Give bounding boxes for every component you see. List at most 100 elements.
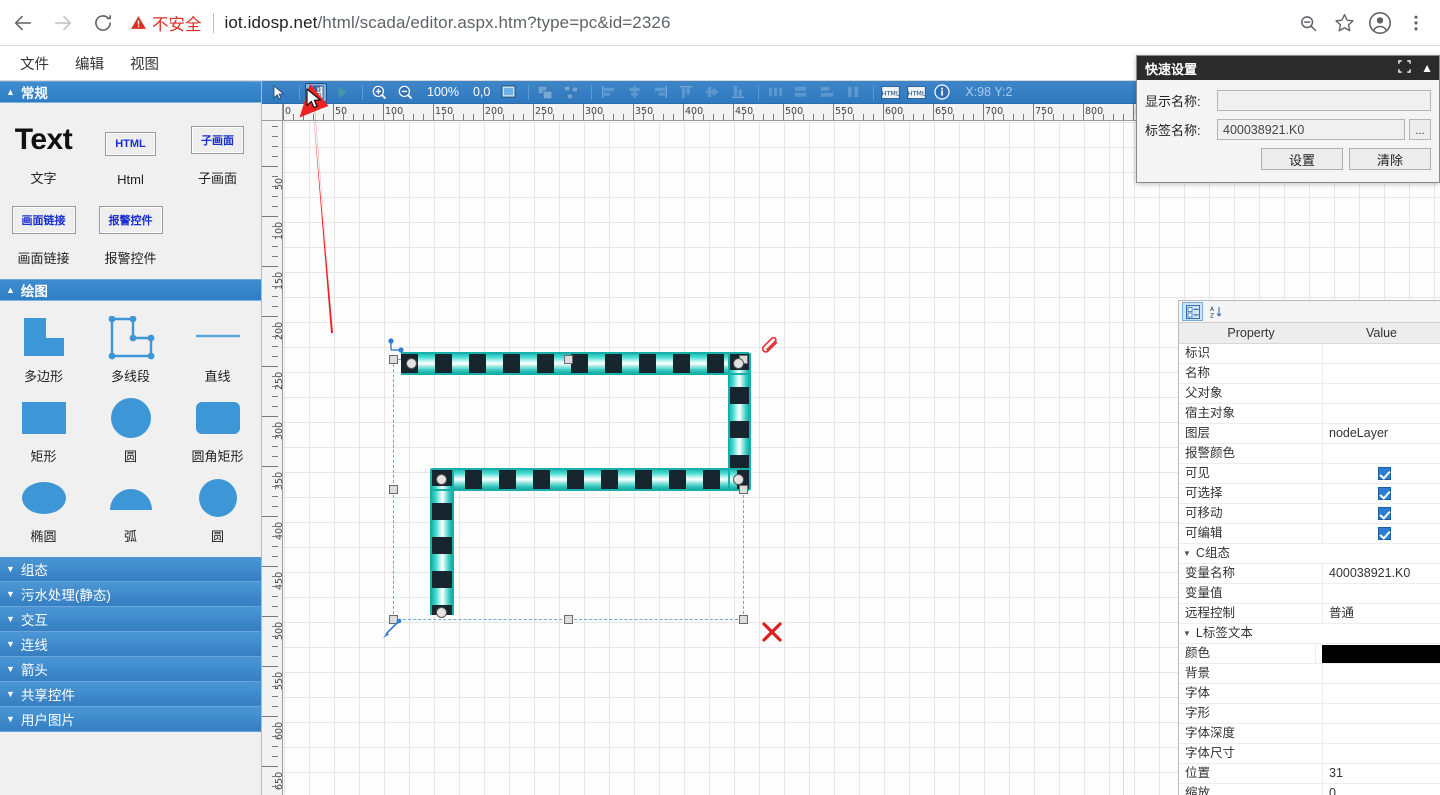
section-shared-widgets[interactable]: ▼ 共享控件 (0, 682, 261, 707)
group-icon[interactable] (534, 83, 556, 102)
property-value[interactable]: 0 (1323, 784, 1440, 795)
html-export-icon[interactable]: HTML (879, 83, 901, 102)
page-zoom-icon[interactable] (1292, 7, 1324, 39)
group-chevron-down-icon[interactable]: ▼ (1183, 544, 1191, 563)
palette-item-text[interactable]: Text 文字 (0, 111, 87, 189)
property-row[interactable]: 远程控制普通 (1179, 604, 1440, 624)
palette-item-html[interactable]: HTML Html (87, 111, 174, 189)
quick-settings-titlebar[interactable]: 快速设置 ▲ (1137, 56, 1439, 80)
property-row[interactable]: 可选择 (1179, 484, 1440, 504)
palette-item-arc[interactable]: 弧 (87, 469, 174, 547)
palette-item-roundrect[interactable]: 圆角矩形 (174, 389, 261, 467)
property-row[interactable]: 宿主对象 (1179, 404, 1440, 424)
select-tool-icon[interactable] (268, 83, 290, 102)
palette-item-polygon[interactable]: 多边形 (0, 309, 87, 387)
palette-item-circle2[interactable]: 圆 (174, 469, 261, 547)
profile-avatar-icon[interactable] (1364, 7, 1396, 39)
property-row[interactable]: 位置31 (1179, 764, 1440, 784)
pipe-vertex-dot-1[interactable] (406, 358, 417, 369)
section-interaction[interactable]: ▼ 交互 (0, 607, 261, 632)
property-checkbox[interactable] (1378, 507, 1391, 520)
property-value[interactable] (1323, 524, 1440, 543)
property-value[interactable] (1323, 504, 1440, 523)
align-top-icon[interactable] (675, 83, 697, 102)
html-import-icon[interactable]: HTML (905, 83, 927, 102)
palette-item-line[interactable]: 直线 (174, 309, 261, 387)
pipe-vertex-dot-5[interactable] (436, 607, 447, 618)
property-row[interactable]: ▼L标签文本 (1179, 624, 1440, 644)
palette-item-subscreen[interactable]: 子画面 子画面 (174, 111, 261, 189)
property-row[interactable]: 变量名称400038921.K0 (1179, 564, 1440, 584)
fit-screen-icon[interactable] (497, 83, 519, 102)
property-row[interactable]: 变量值 (1179, 584, 1440, 604)
categorize-icon[interactable] (1182, 302, 1203, 321)
align-middle-v-icon[interactable] (701, 83, 723, 102)
menu-edit[interactable]: 编辑 (65, 49, 114, 78)
property-value[interactable] (1323, 364, 1440, 383)
info-icon[interactable] (931, 83, 953, 102)
palette-item-alarmwidget[interactable]: 报警控件 报警控件 (87, 191, 174, 269)
property-value[interactable]: 400038921.K0 (1323, 564, 1440, 583)
palette-item-screenlink[interactable]: 画面链接 画面链接 (0, 191, 87, 269)
resize-handle-mr[interactable] (739, 485, 748, 494)
palette-item-circle[interactable]: 圆 (87, 389, 174, 467)
three-dot-menu-icon[interactable] (1400, 7, 1432, 39)
property-value[interactable] (1323, 584, 1440, 603)
connector-handle-icon[interactable] (387, 337, 407, 362)
property-value[interactable] (1323, 444, 1440, 463)
property-row[interactable]: 背景 (1179, 664, 1440, 684)
property-row[interactable]: 图层nodeLayer (1179, 424, 1440, 444)
property-row[interactable]: 缩放0 (1179, 784, 1440, 795)
section-connector[interactable]: ▼ 连线 (0, 632, 261, 657)
align-right-icon[interactable] (649, 83, 671, 102)
move-diagonal-icon[interactable] (381, 618, 403, 645)
property-row[interactable]: ▼C组态 (1179, 544, 1440, 564)
set-button[interactable]: 设置 (1261, 148, 1343, 170)
property-row[interactable]: 颜色 (1179, 644, 1440, 664)
property-value[interactable] (1323, 384, 1440, 403)
property-value[interactable]: 31 (1323, 764, 1440, 783)
red-paperclip-icon[interactable] (761, 337, 781, 362)
pipe-vertex-dot-4[interactable] (436, 474, 447, 485)
palette-section-general-header[interactable]: ▲ 常规 (0, 81, 261, 103)
address-bar[interactable]: 不安全 iot.idosp.net/html/scada/editor.aspx… (130, 8, 1284, 38)
property-checkbox[interactable] (1378, 527, 1391, 540)
property-value[interactable] (1323, 544, 1440, 563)
back-arrow-icon[interactable] (6, 6, 40, 40)
property-value[interactable]: 普通 (1323, 604, 1440, 623)
tag-browse-button[interactable]: ... (1409, 119, 1431, 140)
palette-item-polyline[interactable]: 多线段 (87, 309, 174, 387)
url-display[interactable]: iot.idosp.net/html/scada/editor.aspx.htm… (225, 13, 671, 33)
resize-pin-icon[interactable] (1398, 60, 1411, 76)
align-bottom-icon[interactable] (727, 83, 749, 102)
same-height-icon[interactable] (816, 83, 838, 102)
pipe-segment-middle[interactable] (431, 469, 749, 490)
resize-handle-bc[interactable] (564, 615, 573, 624)
star-icon[interactable] (1328, 7, 1360, 39)
property-row[interactable]: 标识 (1179, 344, 1440, 364)
zoom-out-icon[interactable] (394, 83, 416, 102)
same-size-icon[interactable] (842, 83, 864, 102)
tag-name-input[interactable] (1217, 119, 1405, 140)
play-run-icon[interactable] (331, 83, 353, 102)
resize-handle-br[interactable] (739, 615, 748, 624)
section-user-images[interactable]: ▼ 用户图片 (0, 707, 261, 732)
property-value[interactable] (1323, 404, 1440, 423)
resize-handle-tc[interactable] (564, 355, 573, 364)
property-row[interactable]: 字体 (1179, 684, 1440, 704)
reload-icon[interactable] (86, 6, 120, 40)
property-value[interactable] (1323, 464, 1440, 483)
section-configuration[interactable]: ▼ 组态 (0, 557, 261, 582)
chevron-up-icon[interactable]: ▲ (1421, 61, 1433, 75)
property-row[interactable]: 可编辑 (1179, 524, 1440, 544)
align-left-icon[interactable] (597, 83, 619, 102)
menu-view[interactable]: 视图 (120, 49, 169, 78)
property-row[interactable]: 字体深度 (1179, 724, 1440, 744)
property-value[interactable] (1323, 344, 1440, 363)
palette-item-ellipse[interactable]: 椭圆 (0, 469, 87, 547)
same-width-icon[interactable] (790, 83, 812, 102)
property-checkbox[interactable] (1378, 487, 1391, 500)
pipe-segment-top[interactable] (401, 353, 749, 374)
property-row[interactable]: 父对象 (1179, 384, 1440, 404)
pipe-vertex-dot-3[interactable] (733, 474, 744, 485)
